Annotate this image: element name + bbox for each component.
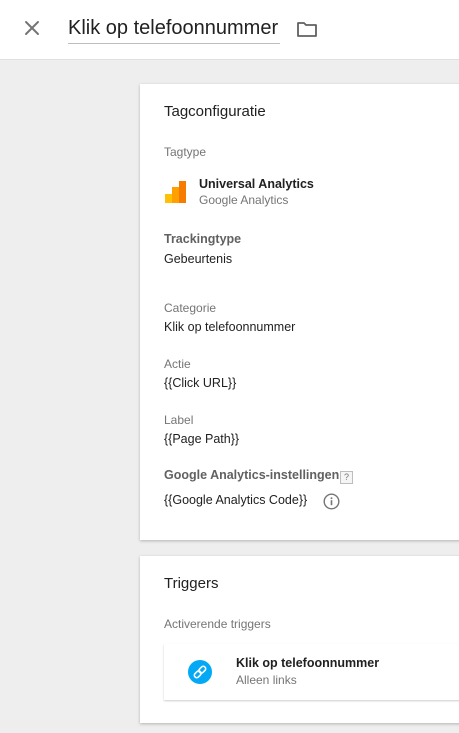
folder-icon[interactable] <box>296 18 318 40</box>
card-title: Tagconfiguratie <box>164 103 266 120</box>
triggers-card[interactable]: Triggers Activerende triggers Klik op te… <box>140 556 459 723</box>
tag-type-label: Tagtype <box>164 145 207 159</box>
close-icon[interactable] <box>20 16 44 40</box>
tracking-type-value: Gebeurtenis <box>164 252 233 266</box>
action-value: {{Click URL}} <box>164 376 237 390</box>
info-icon[interactable] <box>323 493 340 510</box>
tracking-type-label: Trackingtype <box>164 232 242 246</box>
ga-settings-label: Google Analytics-instellingen <box>164 468 340 482</box>
google-analytics-icon <box>164 181 188 203</box>
card-title: Triggers <box>164 575 219 592</box>
help-icon[interactable]: ? <box>340 467 353 485</box>
ga-settings-value: {{Google Analytics Code}} <box>164 493 308 507</box>
tag-name-input[interactable]: Klik op telefoonnummer <box>68 14 281 44</box>
firing-triggers-label: Activerende triggers <box>164 617 271 631</box>
tag-configuration-card[interactable]: Tagconfiguratie Tagtype Universal Analyt… <box>140 84 459 540</box>
trigger-name: Klik op telefoonnummer <box>236 656 380 670</box>
label-value: {{Page Path}} <box>164 432 240 446</box>
category-label: Categorie <box>164 301 217 315</box>
label-label: Label <box>164 413 194 427</box>
tag-type-name: Universal Analytics <box>199 177 314 191</box>
link-icon <box>188 660 212 684</box>
trigger-item[interactable]: Klik op telefoonnummer Alleen links <box>164 644 459 700</box>
tag-type-vendor: Google Analytics <box>199 193 289 207</box>
category-value: Klik op telefoonnummer <box>164 320 296 334</box>
action-label: Actie <box>164 357 191 371</box>
top-bar: Klik op telefoonnummer <box>0 0 459 60</box>
trigger-type: Alleen links <box>236 673 297 687</box>
